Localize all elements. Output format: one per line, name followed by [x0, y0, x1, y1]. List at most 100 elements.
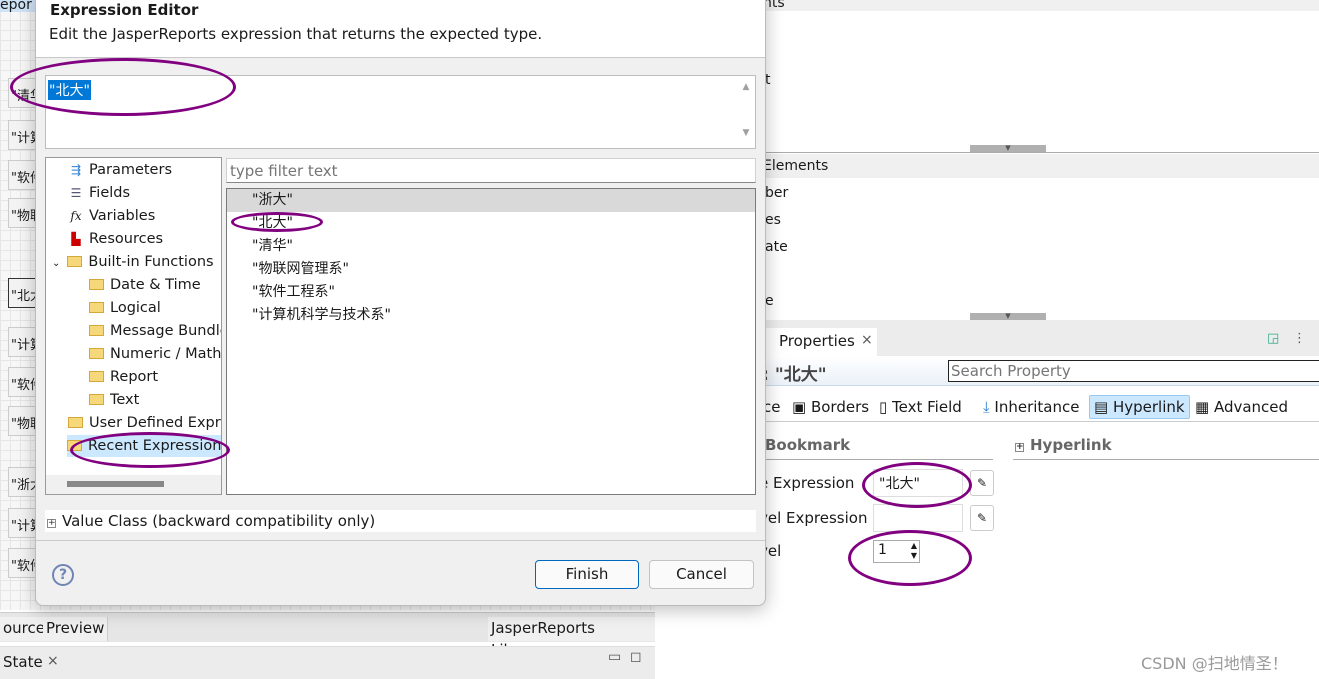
tab-label: Hyperlink [1112, 398, 1185, 416]
list-item[interactable]: "计算机科学与技术系" [227, 304, 755, 327]
tree-item-recent-expressions[interactable]: Recent Expressions [67, 435, 221, 457]
tree-item-variables[interactable]: fx Variables [68, 205, 155, 227]
tab-borders[interactable]: ▣ Borders [792, 398, 869, 416]
state-view: State × ▭ ◻ [0, 646, 655, 679]
folder-icon [89, 279, 104, 290]
chevron-down-icon[interactable]: ▼ [970, 313, 1046, 320]
level-expression-label: vel Expression [759, 509, 868, 527]
filter-input[interactable] [226, 158, 756, 183]
borders-icon: ▣ [792, 398, 811, 416]
folder-icon [89, 348, 104, 359]
tree-item-user-defined[interactable]: User Defined Expressions [68, 412, 221, 434]
close-icon[interactable]: × [47, 653, 59, 669]
maximize-icon[interactable]: ◻ [630, 649, 642, 665]
list-item[interactable]: "清华" [227, 235, 755, 258]
tree-item-resources[interactable]: ▙ Resources [68, 228, 163, 250]
help-icon[interactable]: ? [52, 564, 74, 586]
fx-icon: fx [70, 209, 82, 223]
tab-label: Borders [810, 398, 870, 416]
tree-label: Report [110, 369, 159, 385]
csdn-watermark: CSDN @扫地情圣！ [1141, 654, 1288, 673]
close-icon[interactable]: × [861, 332, 873, 348]
tab-source[interactable]: ource [0, 617, 49, 641]
tree-item-text[interactable]: Text [89, 389, 139, 411]
horizontal-scrollbar[interactable] [46, 475, 221, 494]
parameters-icon: ⇶ [70, 163, 82, 177]
tab-inheritance[interactable]: ⤓ Inheritance [983, 398, 1079, 416]
tab-hyperlink[interactable]: ▤ Hyperlink [1089, 395, 1190, 419]
tree-item-fields[interactable]: ☰ Fields [68, 182, 130, 204]
tab-label: Text Field [892, 398, 962, 416]
element-item[interactable]: ber [765, 185, 788, 201]
folder-icon [68, 417, 83, 428]
element-item[interactable]: ate [765, 239, 788, 255]
tree-label: Built-in Functions [88, 254, 214, 270]
text-field-icon: ▯ [879, 398, 893, 416]
element-item[interactable]: es [765, 212, 781, 228]
tab-preview[interactable]: Preview [43, 617, 109, 641]
tree-label: Fields [89, 185, 131, 201]
expression-textarea[interactable]: "北大" ▲ ▼ [45, 75, 756, 149]
expression-editor-dialog: Expression Editor Edit the JasperReports… [35, 0, 766, 606]
scrollbar-thumb[interactable] [67, 481, 164, 487]
anchor-expression-label: e Expression [759, 474, 855, 492]
list-item[interactable]: "浙大" [227, 189, 755, 212]
dialog-title: Expression Editor [50, 1, 199, 19]
list-item[interactable]: "软件工程系" [227, 281, 755, 304]
pin-icon[interactable]: ◲ [1267, 331, 1279, 346]
level-expression-input[interactable] [873, 504, 963, 532]
tab-text-field[interactable]: ▯ Text Field [879, 398, 962, 416]
tab-properties[interactable]: Properties × [755, 328, 877, 356]
tab-state[interactable]: State [3, 653, 43, 671]
tree-item-logical[interactable]: Logical [89, 297, 161, 319]
level-spinner[interactable]: 1 ▲ ▼ [873, 540, 920, 563]
list-item[interactable]: "北大" [227, 212, 755, 235]
tree-label: Message Bundle [110, 323, 222, 339]
tab-label: Inheritance [994, 398, 1080, 416]
resources-icon: ▙ [71, 232, 81, 246]
edit-expression-icon[interactable]: ✎ [970, 470, 994, 496]
tree-label: Variables [89, 208, 156, 224]
tree-item-message-bundle[interactable]: Message Bundle [89, 320, 222, 342]
element-item[interactable]: e [765, 293, 774, 309]
hyperlink-section[interactable]: + Hyperlink [1013, 436, 1319, 460]
bookmark-section[interactable]: Bookmark [765, 436, 993, 460]
expand-icon[interactable]: + [47, 519, 56, 528]
tree-item-built-in-functions[interactable]: ⌄ Built-in Functions [52, 251, 214, 273]
properties-tab-label: Properties [779, 332, 855, 350]
anchor-expression-input[interactable]: "北大" [873, 469, 963, 497]
cancel-button[interactable]: Cancel [649, 560, 754, 589]
value-class-section[interactable]: + Value Class (backward compatibility onl… [45, 510, 756, 532]
value-class-label: Value Class (backward compatibility only… [62, 512, 376, 530]
tree-item-date-time[interactable]: Date & Time [89, 274, 201, 296]
section-label: Hyperlink [1030, 436, 1112, 454]
editor-tab[interactable]: epor [0, 0, 35, 12]
tab-label: Advanced [1213, 398, 1289, 416]
tree-label: Resources [89, 231, 164, 247]
folder-icon [89, 302, 104, 313]
view-menu-icon[interactable]: ⋮ [1293, 331, 1306, 346]
tree-label: User Defined Expressions [89, 415, 221, 431]
tree-item-parameters[interactable]: ⇶ Parameters [68, 159, 172, 181]
tree-label: Logical [110, 300, 161, 316]
folder-icon [89, 394, 104, 405]
finish-button[interactable]: Finish [535, 560, 639, 589]
list-item[interactable]: "物联网管理系" [227, 258, 755, 281]
selected-expression-text: "北大" [48, 80, 91, 100]
search-property-input[interactable] [948, 360, 1319, 382]
scrollbar[interactable]: ▲ ▼ [737, 76, 755, 148]
tree-item-numeric-math[interactable]: Numeric / Math [89, 343, 221, 365]
chevron-down-icon[interactable]: ▼ [970, 145, 1046, 152]
edit-expression-icon[interactable]: ✎ [970, 505, 994, 531]
minimize-icon[interactable]: ▭ [608, 649, 621, 665]
tree-label: Parameters [89, 162, 172, 178]
expand-icon: + [1015, 442, 1024, 452]
tab-advanced[interactable]: ▦ Advanced [1195, 398, 1288, 416]
spinner-arrows-icon[interactable]: ▲ ▼ [911, 541, 917, 561]
hyperlink-icon: ▤ [1094, 398, 1113, 416]
level-value: 1 [878, 542, 887, 558]
chevron-down-icon[interactable]: ⌄ [52, 258, 60, 269]
tree-label: Numeric / Math [110, 346, 222, 362]
tree-item-report[interactable]: Report [89, 366, 158, 388]
folder-icon [89, 325, 104, 336]
